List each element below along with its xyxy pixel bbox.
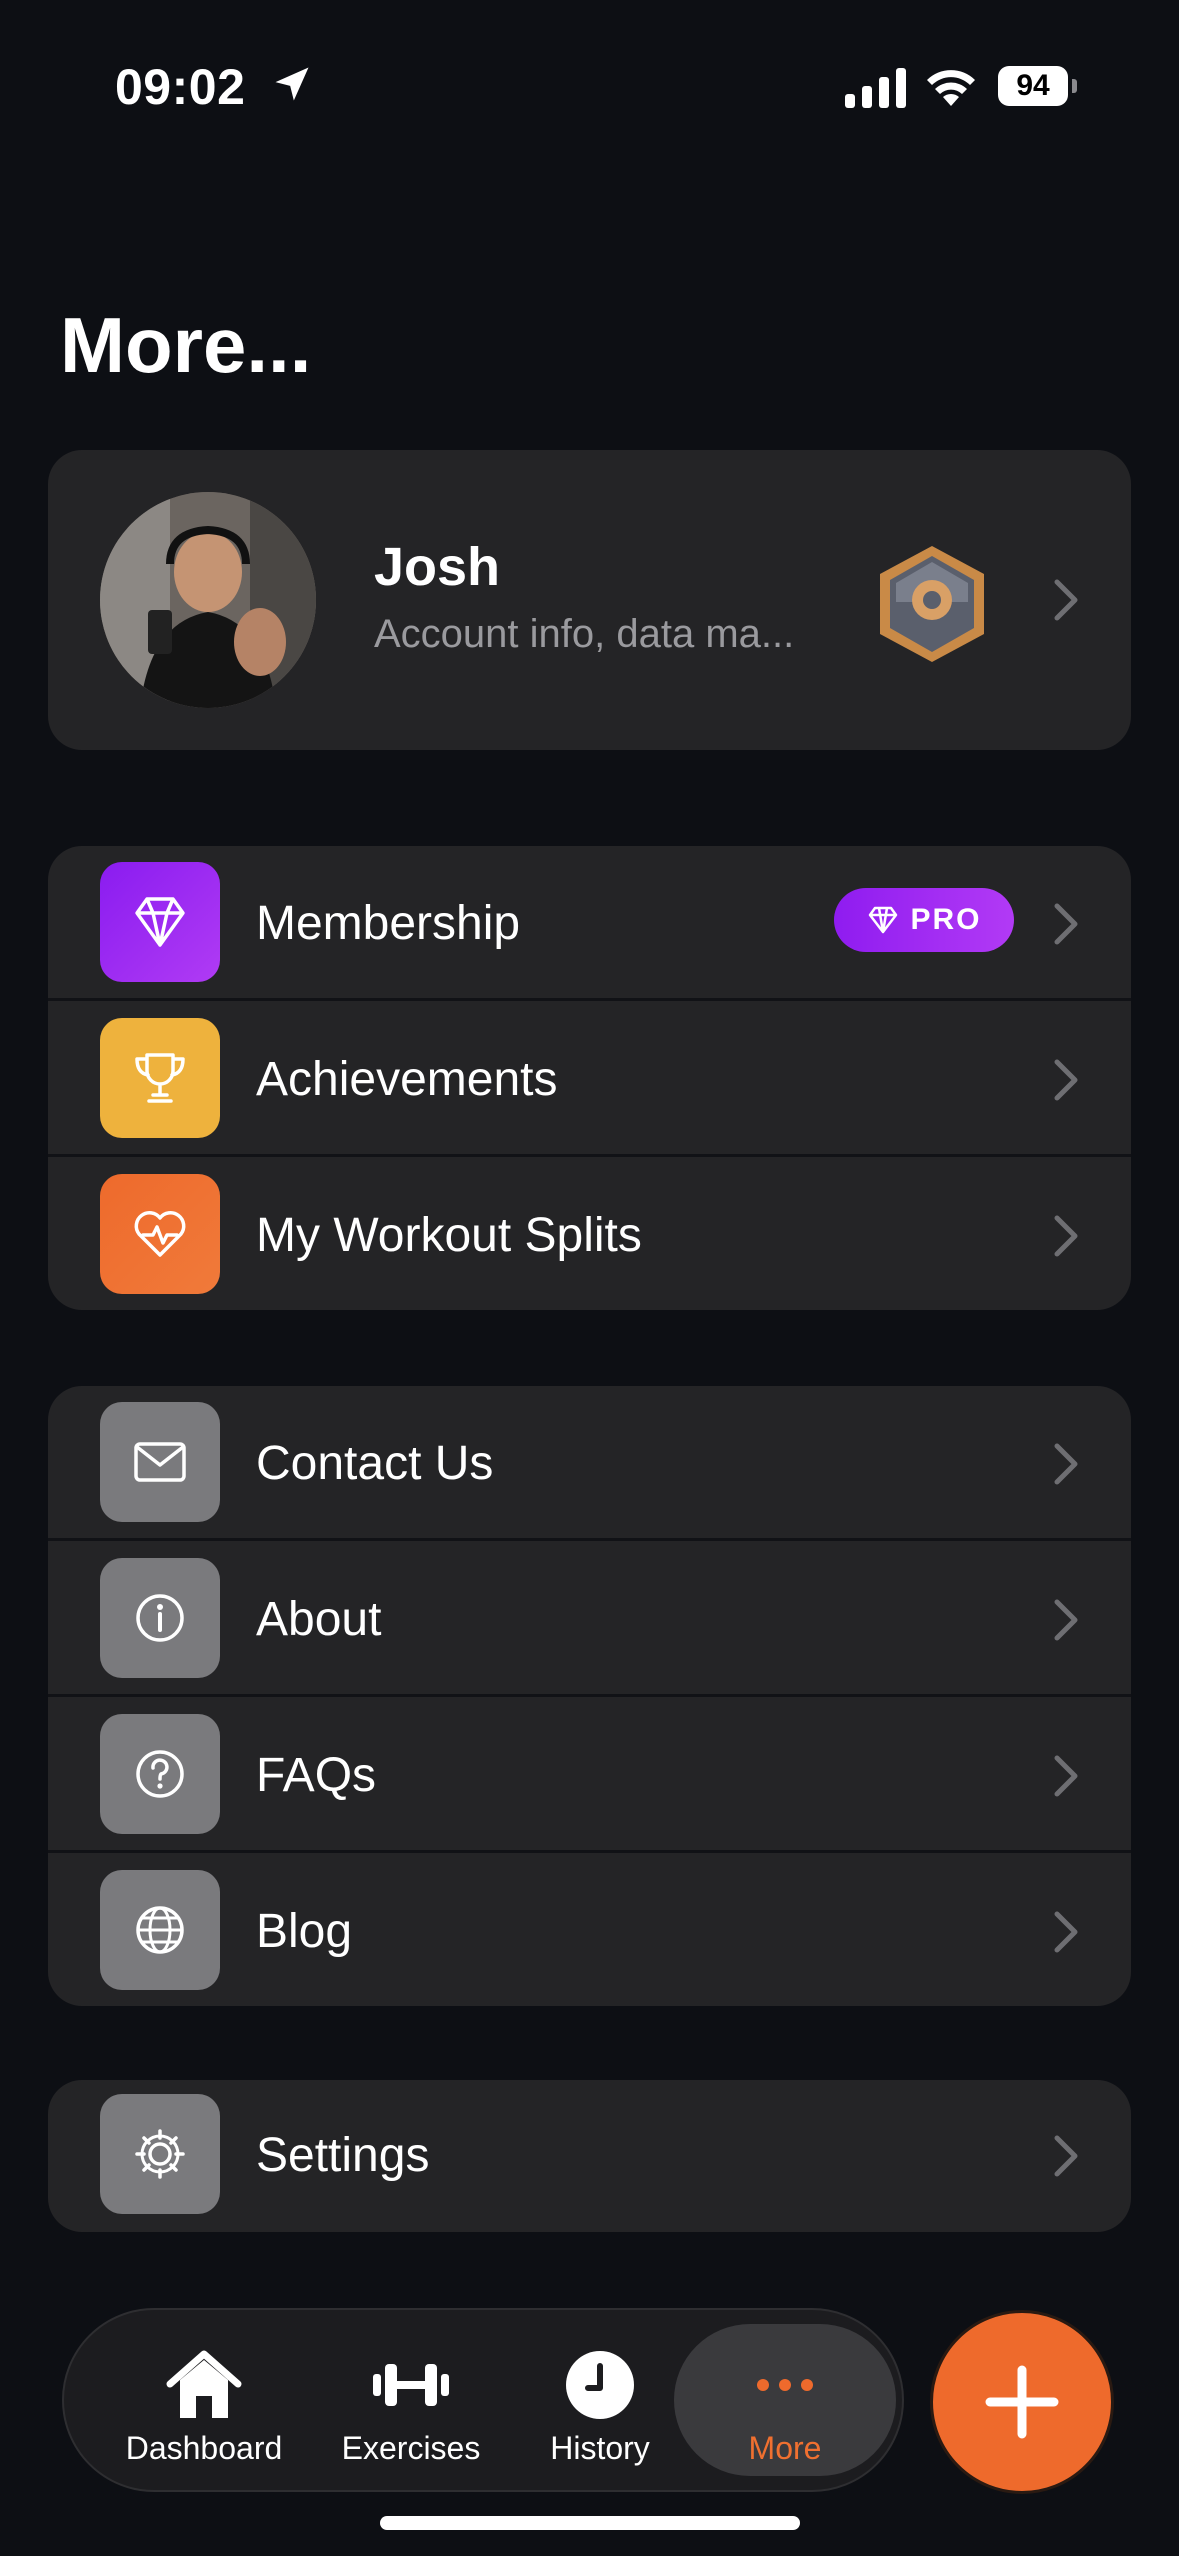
chevron-right-icon <box>1053 902 1079 946</box>
chevron-right-icon <box>1053 1058 1079 1102</box>
rank-badge-icon <box>880 546 984 662</box>
menu-item-label: About <box>256 1593 382 1646</box>
chevron-right-icon <box>1053 1214 1079 1258</box>
status-bar: 09:02 94 <box>0 0 1179 180</box>
menu-item-faqs[interactable]: FAQs <box>48 1698 1131 1854</box>
pro-badge: PRO <box>834 888 1014 952</box>
menu-item-workout-splits[interactable]: My Workout Splits <box>48 1158 1131 1310</box>
diamond-icon <box>869 906 898 934</box>
chevron-right-icon <box>1053 1442 1079 1486</box>
heart-pulse-icon <box>100 1174 220 1294</box>
tab-dashboard[interactable]: Dashboard <box>104 2310 304 2490</box>
divider <box>48 1538 1131 1541</box>
home-indicator[interactable] <box>380 2516 800 2530</box>
gear-icon <box>100 2094 220 2214</box>
divider <box>48 1850 1131 1853</box>
menu-item-achievements[interactable]: Achievements <box>48 1002 1131 1158</box>
clock-icon <box>566 2351 634 2419</box>
divider <box>48 998 1131 1001</box>
dumbbell-icon <box>373 2364 449 2406</box>
tab-more[interactable]: More <box>674 2324 896 2476</box>
battery-level: 94 <box>998 66 1068 106</box>
chevron-right-icon <box>1053 1598 1079 1642</box>
avatar <box>100 492 316 708</box>
menu-item-label: Blog <box>256 1905 353 1958</box>
tab-exercises[interactable]: Exercises <box>311 2310 511 2490</box>
battery-tip <box>1072 79 1077 93</box>
tab-history[interactable]: History <box>500 2310 700 2490</box>
info-icon <box>100 1558 220 1678</box>
pro-badge-label: PRO <box>910 903 982 936</box>
menu-item-contact-us[interactable]: Contact Us <box>48 1386 1131 1542</box>
profile-name: Josh <box>374 537 501 597</box>
menu-item-blog[interactable]: Blog <box>48 1854 1131 2006</box>
tab-label: Dashboard <box>125 2430 283 2466</box>
menu-group-support: Contact Us About FAQs Blog <box>48 1386 1131 2006</box>
trophy-icon <box>100 1018 220 1138</box>
globe-icon <box>100 1870 220 1990</box>
location-arrow-icon <box>275 67 309 101</box>
add-workout-button[interactable] <box>930 2310 1114 2494</box>
menu-item-label: FAQs <box>256 1749 377 1802</box>
diamond-icon <box>100 862 220 982</box>
menu-item-about[interactable]: About <box>48 1542 1131 1698</box>
envelope-icon <box>100 1402 220 1522</box>
page-title: More... <box>60 301 312 389</box>
status-time: 09:02 <box>115 59 246 115</box>
tab-label: History <box>550 2430 650 2466</box>
menu-group-primary: Membership PRO Achievements My Workout S… <box>48 846 1131 1310</box>
cellular-signal-icon <box>845 68 906 108</box>
chevron-right-icon <box>1053 578 1079 622</box>
question-icon <box>100 1714 220 1834</box>
chevron-right-icon <box>1053 2134 1079 2178</box>
menu-item-settings[interactable]: Settings <box>48 2080 1131 2232</box>
tab-bar: Dashboard Exercises History More <box>62 2308 904 2492</box>
plus-icon <box>985 2365 1059 2439</box>
menu-item-label: Membership <box>256 897 521 950</box>
menu-item-label: My Workout Splits <box>256 1209 642 1262</box>
tab-label: More <box>748 2430 822 2466</box>
menu-item-label: Contact Us <box>256 1437 494 1490</box>
chevron-right-icon <box>1053 1754 1079 1798</box>
divider <box>48 1694 1131 1697</box>
menu-item-membership[interactable]: Membership PRO <box>48 846 1131 1002</box>
tab-label: Exercises <box>341 2430 481 2466</box>
menu-item-label: Achievements <box>256 1053 558 1106</box>
home-icon <box>166 2350 242 2418</box>
menu-item-label: Settings <box>256 2129 430 2182</box>
wifi-icon <box>927 70 975 106</box>
profile-card[interactable]: Josh Account info, data ma... <box>48 450 1131 750</box>
menu-group-settings: Settings <box>48 2080 1131 2232</box>
divider <box>48 1154 1131 1157</box>
chevron-right-icon <box>1053 1910 1079 1954</box>
profile-subtitle: Account info, data ma... <box>374 612 795 656</box>
battery-indicator: 94 <box>998 66 1078 108</box>
more-dots-icon <box>757 2379 813 2391</box>
